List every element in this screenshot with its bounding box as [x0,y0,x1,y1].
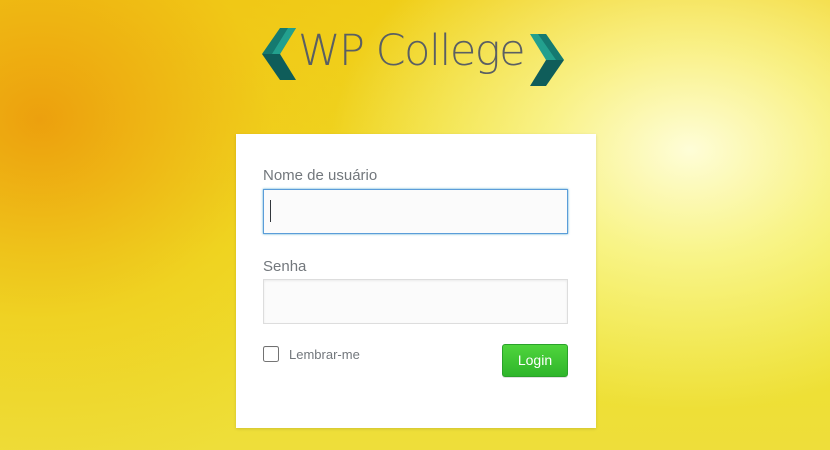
remember-me-checkbox[interactable] [263,346,279,362]
login-button[interactable]: Login [502,344,568,377]
password-input[interactable] [263,279,568,324]
chevron-left-icon [262,28,296,80]
site-logo: WP College [262,22,567,88]
username-input[interactable] [263,189,568,234]
remember-me-option[interactable]: Lembrar-me [263,346,360,362]
chevron-right-icon [530,34,564,86]
password-label: Senha [263,258,307,275]
text-cursor [270,200,271,222]
username-label: Nome de usuário [263,167,378,184]
logo-text: WP College [298,26,526,76]
login-form: Nome de usuário Senha Lembrar-me Login [236,134,596,428]
remember-me-label[interactable]: Lembrar-me [289,347,360,362]
